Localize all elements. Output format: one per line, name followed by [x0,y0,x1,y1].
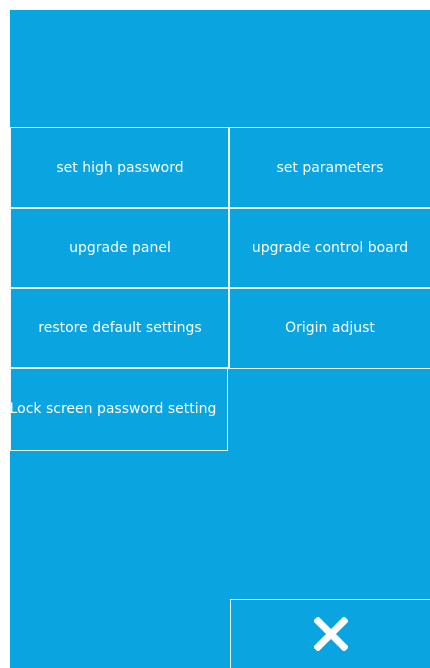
origin-adjust-button[interactable]: Origin adjust [228,287,430,369]
restore-default-settings-label: restore default settings [38,320,202,336]
upgrade-control-board-label: upgrade control board [251,240,409,256]
set-parameters-button[interactable]: set parameters [228,127,430,209]
set-high-password-label: set high password [56,160,184,176]
restore-default-settings-button[interactable]: restore default settings [10,287,230,369]
set-high-password-button[interactable]: set high password [10,127,230,209]
upgrade-panel-label: upgrade panel [69,240,171,256]
lock-screen-password-setting-button[interactable]: Lock screen password setting [10,367,228,451]
settings-screen: set high password set parameters upgrade… [10,10,430,668]
lock-screen-password-setting-label: Lock screen password setting [10,401,217,417]
close-icon [313,617,348,651]
origin-adjust-label: Origin adjust [285,320,375,336]
upgrade-panel-button[interactable]: upgrade panel [10,207,230,289]
upgrade-control-board-button[interactable]: upgrade control board [228,207,430,289]
set-parameters-label: set parameters [276,160,384,176]
close-button[interactable] [230,599,430,668]
